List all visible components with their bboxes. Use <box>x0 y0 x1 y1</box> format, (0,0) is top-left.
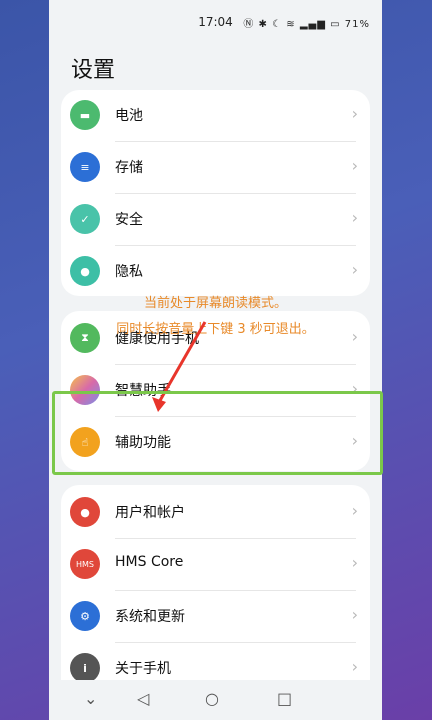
hide-keyboard-icon[interactable]: ⌄ <box>84 689 97 708</box>
settings-item-users[interactable]: ● 用户和帐户 › <box>61 487 370 539</box>
item-label: 系统和更新 <box>115 609 185 625</box>
item-label: 关于手机 <box>115 661 171 677</box>
settings-item-privacy[interactable]: ● 隐私 › <box>61 246 370 298</box>
nfc-icon: Ⓝ <box>243 19 255 30</box>
chevron-right-icon: › <box>351 501 358 520</box>
wifi-icon: ≋ <box>286 19 296 30</box>
battery-percent: 71% <box>344 19 370 30</box>
settings-item-security[interactable]: ✓ 安全 › <box>61 194 370 246</box>
storage-icon: ≡ <box>70 152 100 182</box>
moon-icon: ☾ <box>272 19 283 30</box>
shield-icon: ✓ <box>70 204 100 234</box>
info-icon: i <box>70 653 100 683</box>
chevron-right-icon: › <box>351 208 358 227</box>
settings-group-1: ▬ 电池 › ≡ 存储 › ✓ 安全 › ● 隐私 › <box>61 90 370 296</box>
hms-icon: HMS <box>70 549 100 579</box>
item-label: 用户和帐户 <box>115 505 185 521</box>
item-label: 安全 <box>115 212 143 228</box>
status-icons: Ⓝ ✱ ☾ ≋ ▂▄▆ ▭ 71% <box>243 15 370 30</box>
item-label: 存储 <box>115 160 143 176</box>
screen-reader-notice-line1: 当前处于屏幕朗读模式。 <box>143 296 287 311</box>
status-bar: 17:04 Ⓝ ✱ ☾ ≋ ▂▄▆ ▭ 71% <box>49 0 382 44</box>
settings-item-battery[interactable]: ▬ 电池 › <box>61 90 370 142</box>
settings-group-3: ● 用户和帐户 › HMS HMS Core › ⚙ 系统和更新 › i 关于手… <box>61 485 370 700</box>
chevron-right-icon: › <box>351 156 358 175</box>
chevron-right-icon: › <box>351 553 358 572</box>
chevron-right-icon: › <box>351 605 358 624</box>
navigation-bar: ⌄ ◁ ○ □ <box>49 680 382 720</box>
back-icon[interactable]: ◁ <box>137 689 149 708</box>
chevron-right-icon: › <box>351 104 358 123</box>
chevron-right-icon: › <box>351 657 358 676</box>
page-title: 设置 <box>71 58 116 83</box>
battery-icon: ▭ <box>330 19 341 30</box>
signal-icon: ▂▄▆ <box>299 19 326 30</box>
accessibility-highlight-box <box>52 391 383 475</box>
settings-item-system[interactable]: ⚙ 系统和更新 › <box>61 591 370 643</box>
user-icon: ● <box>70 497 100 527</box>
phone-screen: 17:04 Ⓝ ✱ ☾ ≋ ▂▄▆ ▭ 71% 设置 ▬ 电池 › ≡ 存储 ›… <box>49 0 382 720</box>
settings-item-storage[interactable]: ≡ 存储 › <box>61 142 370 194</box>
item-label: 隐私 <box>115 264 143 280</box>
recents-icon[interactable]: □ <box>277 689 292 708</box>
gear-icon: ⚙ <box>70 601 100 631</box>
bluetooth-icon: ✱ <box>258 19 268 30</box>
battery-icon: ▬ <box>70 100 100 130</box>
item-label: HMS Core <box>115 554 184 570</box>
privacy-icon: ● <box>70 256 100 286</box>
home-icon[interactable]: ○ <box>205 689 219 708</box>
chevron-right-icon: › <box>351 260 358 279</box>
settings-item-hms-core[interactable]: HMS HMS Core › <box>61 539 370 591</box>
item-label: 电池 <box>115 108 143 124</box>
screen-reader-notice-line2: 同时长按音量上下键 3 秒可退出。 <box>116 322 315 337</box>
